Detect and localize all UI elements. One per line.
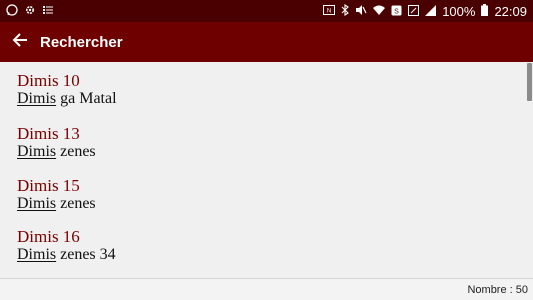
result-snippet: Dimis zenes 34 [17, 246, 517, 264]
svg-text:N: N [327, 9, 331, 15]
footer-bar: Nombre : 50 [0, 278, 533, 300]
status-left-icons [6, 4, 54, 18]
result-title: Dimis 15 [17, 176, 80, 195]
status-bar: N S 100% 22:09 [0, 0, 533, 22]
battery-percent: 100% [442, 3, 476, 19]
wifi-icon [373, 5, 386, 18]
result-title: Dimis 10 [17, 71, 80, 90]
result-snippet: Dimis zenes [17, 143, 517, 161]
battery-icon [481, 4, 489, 18]
results-list: Dimis 10 Dimis ga Matal Dimis 13 Dimis z… [0, 62, 533, 278]
search-highlight: Dimis [17, 90, 57, 107]
nfc-icon: N [323, 5, 336, 17]
snippet-text: ga Matal [56, 90, 117, 107]
list-item[interactable]: Dimis 10 Dimis ga Matal [17, 72, 517, 108]
snippet-text: zenes [56, 143, 96, 160]
scrollbar[interactable] [527, 63, 532, 101]
search-highlight: Dimis [17, 246, 57, 263]
search-highlight: Dimis [17, 195, 57, 212]
result-snippet: Dimis zenes [17, 195, 517, 213]
list-item[interactable]: Dimis 16 Dimis zenes 34 [17, 228, 517, 264]
search-highlight: Dimis [17, 143, 57, 160]
bluetooth-icon [341, 3, 350, 18]
mute-icon [355, 4, 367, 18]
result-title: Dimis 16 [17, 227, 80, 246]
list-item[interactable]: Dimis 13 Dimis zenes [17, 125, 517, 161]
sim-icon [408, 4, 420, 18]
whatsapp-icon [6, 4, 18, 18]
status-time: 22:09 [494, 3, 527, 19]
result-title: Dimis 13 [17, 124, 80, 143]
signal-icon [425, 4, 437, 18]
page-title: Rechercher [40, 33, 123, 51]
snippet-text: zenes 34 [56, 246, 116, 263]
list-item[interactable]: Dimis 15 Dimis zenes [17, 177, 517, 213]
settings-gear-icon [24, 4, 36, 18]
result-snippet: Dimis ga Matal [17, 90, 517, 108]
data-saver-icon: S [391, 5, 402, 18]
result-count: Nombre : 50 [467, 283, 528, 296]
list-icon [42, 4, 54, 18]
app-bar: Rechercher [0, 22, 533, 62]
snippet-text: zenes [56, 195, 96, 212]
status-right-icons: N S 100% 22:09 [323, 4, 527, 19]
back-button[interactable] [0, 22, 40, 62]
svg-text:S: S [394, 8, 399, 15]
arrow-left-icon [12, 32, 28, 53]
